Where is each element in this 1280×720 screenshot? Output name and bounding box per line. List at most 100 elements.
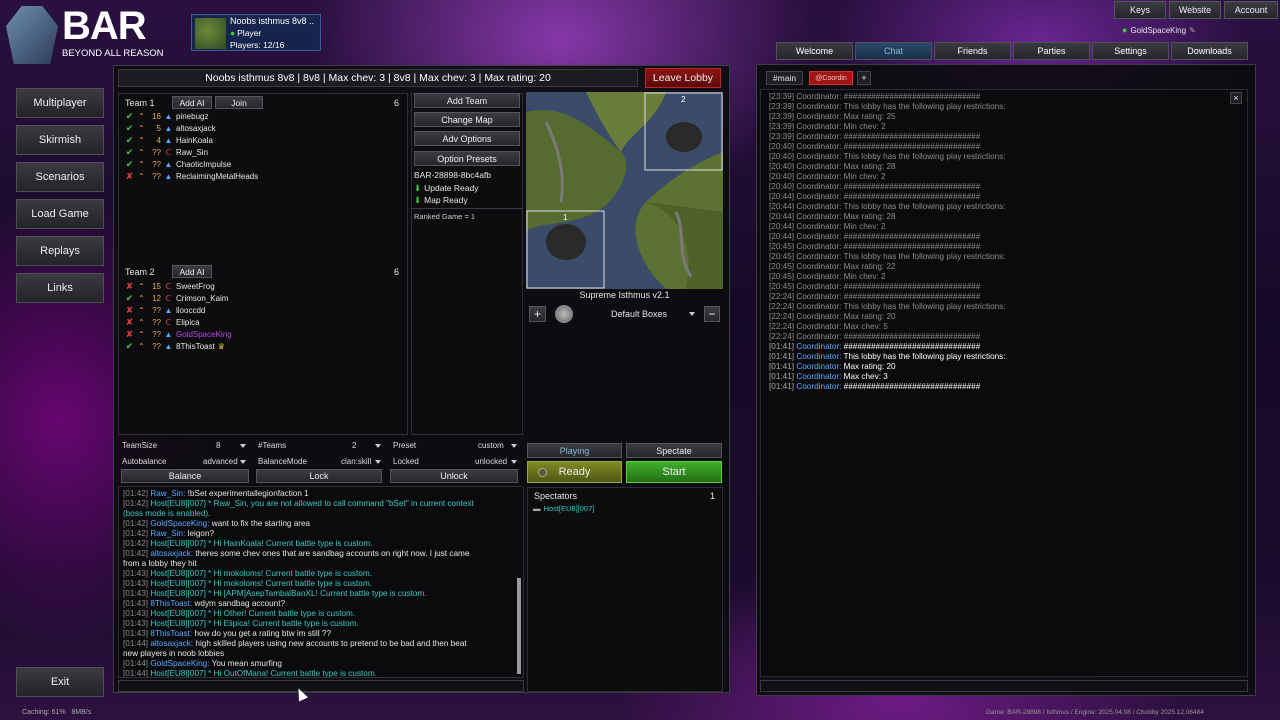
cortex-faction-icon: ᑕ [165, 293, 172, 303]
locked-select[interactable]: unlocked [475, 457, 507, 466]
add-box-button[interactable]: + [529, 306, 546, 322]
armada-faction-icon: ▲ [164, 111, 173, 121]
tab-downloads[interactable]: Downloads [1171, 42, 1248, 60]
player-row[interactable]: ✔ ⌃ 12 ᑕ Crimson_Kaim [125, 292, 229, 304]
update-ready: Update Ready [424, 183, 479, 193]
exit-button[interactable]: Exit [16, 667, 104, 697]
nav-links[interactable]: Links [16, 273, 104, 303]
lock-button[interactable]: Lock [256, 469, 382, 483]
player-row[interactable]: ✘ ⌃?? ▲ llooccdd [125, 304, 206, 316]
coordinator-log: [23:39] Coordinator: ###################… [760, 89, 1248, 677]
player-row[interactable]: ✔ ⌃?? ▲ 8ThisToast ♛ [125, 340, 225, 352]
close-icon[interactable]: × [1230, 92, 1242, 104]
tab-welcome[interactable]: Welcome [776, 42, 853, 60]
account-button[interactable]: Account [1224, 1, 1278, 19]
log-author: Coordinator: [796, 322, 842, 331]
spectate-toggle[interactable]: Spectate [626, 443, 722, 458]
team2-add-ai-button[interactable]: Add AI [172, 265, 212, 278]
channel-chat-input[interactable] [760, 680, 1248, 692]
log-timestamp: [20:40] [769, 182, 795, 191]
coordinator-message: [23:39] Coordinator: This lobby has the … [769, 102, 1006, 112]
coordinator-message: [22:24] Coordinator: ###################… [769, 332, 980, 342]
change-map-button[interactable]: Change Map [414, 112, 520, 127]
chat-input[interactable] [118, 680, 524, 692]
chat-author: Host[EU8][007] [150, 619, 206, 628]
log-timestamp: [20:40] [769, 172, 795, 181]
armada-faction-icon: ▲ [164, 305, 173, 315]
autobalance-label: Autobalance [122, 457, 167, 466]
channel-tab-coordinator[interactable]: @Coordin [809, 71, 853, 85]
log-text: Max chev: 5 [843, 322, 888, 331]
tab-settings[interactable]: Settings [1092, 42, 1169, 60]
player-row[interactable]: ✘ ⌃?? ▲ GoldSpaceKing [125, 328, 232, 340]
ranked-game: Ranked Game = 1 [414, 212, 476, 221]
balance-button[interactable]: Balance [121, 469, 249, 483]
current-lobby-card[interactable]: Noobs isthmus 8v8 .. ● Player Players: 1… [191, 14, 321, 51]
add-team-button[interactable]: Add Team [414, 93, 520, 108]
tab-parties[interactable]: Parties [1013, 42, 1090, 60]
tab-chat[interactable]: Chat [855, 42, 932, 60]
team2-label: Team 2 [125, 267, 155, 277]
player-row[interactable]: ✘ ⌃?? ᑕ Elipica [125, 316, 200, 328]
coordinator-message: [20:44] Coordinator: ###################… [769, 232, 980, 242]
player-row[interactable]: ✔ ⌃ 16 ▲ pinebugz [125, 110, 209, 122]
map-name: Supreme Isthmus v2.1 [579, 290, 670, 300]
autobalance-select[interactable]: advanced [203, 457, 238, 466]
ready-button[interactable]: Ready [527, 461, 622, 483]
player-row[interactable]: ✔ ⌃ 4 ▲ HainKoala [125, 134, 213, 146]
log-author: Coordinator: [796, 142, 842, 151]
team1-join-button[interactable]: Join [215, 96, 263, 109]
chat-message: (boss mode is enabled). [123, 509, 210, 519]
player-row[interactable]: ✔ ⌃?? ᑕ Raw_Sin [125, 146, 208, 158]
box-shape-icon[interactable] [555, 305, 573, 323]
leave-lobby-button[interactable]: Leave Lobby [645, 68, 721, 88]
chat-timestamp: [01:43] [123, 599, 149, 608]
chevron-down-icon [511, 460, 517, 464]
unlock-button[interactable]: Unlock [390, 469, 518, 483]
remove-box-button[interactable]: − [704, 306, 720, 322]
chat-timestamp: [01:43] [123, 629, 149, 638]
log-timestamp: [01:41] [769, 372, 795, 381]
nav-skirmish[interactable]: Skirmish [16, 125, 104, 155]
chat-timestamp: [01:43] [123, 609, 149, 618]
player-row[interactable]: ✔ ⌃?? ▲ ChaoticImpulse [125, 158, 231, 170]
log-timestamp: [20:45] [769, 252, 795, 261]
channel-tab-main[interactable]: #main [766, 71, 803, 85]
start-button[interactable]: Start [626, 461, 722, 483]
player-name: altosaxjack [176, 123, 216, 133]
nav-scenarios[interactable]: Scenarios [16, 162, 104, 192]
chevron-down-icon [375, 444, 381, 448]
player-name: SweetFrog [176, 281, 215, 291]
player-level: ?? [152, 329, 161, 339]
chat-message: [01:42] Raw_Sin: !bSet experimentallegio… [123, 489, 309, 499]
player-row[interactable]: ✘ ⌃?? ▲ ReclaimingMetalHeads [125, 170, 259, 182]
nav-multiplayer[interactable]: Multiplayer [16, 88, 104, 118]
adv-options-button[interactable]: Adv Options [414, 131, 520, 146]
chat-message: new players in noob lobbies [123, 649, 224, 659]
teamsize-select[interactable]: 8 [216, 441, 220, 450]
coordinator-message: [23:39] Coordinator: Max rating: 25 [769, 112, 896, 122]
player-row[interactable]: ✔ ⌃ 5 ▲ altosaxjack [125, 122, 216, 134]
website-button[interactable]: Website [1169, 1, 1221, 19]
preset-select[interactable]: custom [478, 441, 504, 450]
start-box-dropdown[interactable]: Default Boxes [580, 306, 698, 322]
option-presets-button[interactable]: Option Presets [414, 151, 520, 166]
balancemode-select[interactable]: clan:skill [341, 457, 371, 466]
chat-scrollbar[interactable] [517, 578, 521, 674]
tab-friends[interactable]: Friends [934, 42, 1011, 60]
spectators-panel [527, 487, 723, 692]
start-box-2: 2 [681, 95, 686, 104]
team1-add-ai-button[interactable]: Add AI [172, 96, 212, 109]
user-status[interactable]: ● GoldSpaceKing ✎ [1122, 25, 1196, 35]
player-level: ?? [152, 341, 161, 351]
nav-load-game[interactable]: Load Game [16, 199, 104, 229]
add-channel-button[interactable]: + [857, 71, 871, 85]
player-row[interactable]: ✘ ⌃ 15 ᑕ SweetFrog [125, 280, 215, 292]
teams-select[interactable]: 2 [352, 441, 356, 450]
nav-replays[interactable]: Replays [16, 236, 104, 266]
teams-label: #Teams [258, 441, 287, 450]
keys-button[interactable]: Keys [1114, 1, 1166, 19]
minimap[interactable]: 1 2 [526, 92, 723, 289]
spectator-row[interactable]: ▬ Host[EU8][007] [533, 504, 594, 513]
playing-toggle[interactable]: Playing [527, 443, 622, 458]
